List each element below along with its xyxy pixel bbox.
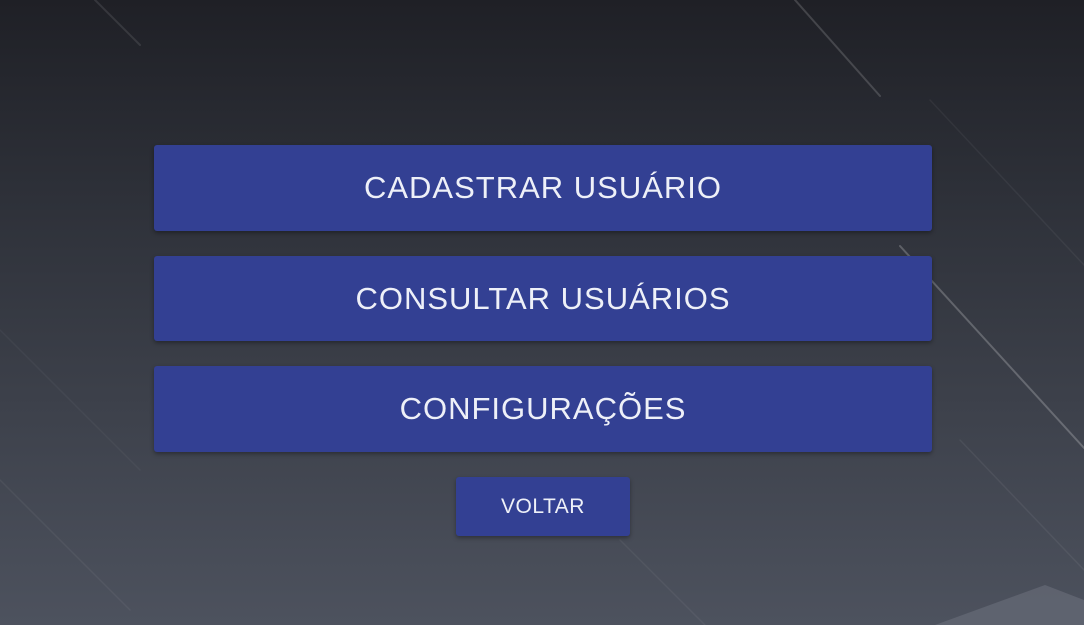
- settings-button[interactable]: CONFIGURAÇÕES: [154, 366, 932, 452]
- register-user-button[interactable]: CADASTRAR USUÁRIO: [154, 145, 932, 231]
- search-users-button[interactable]: CONSULTAR USUÁRIOS: [154, 256, 932, 341]
- main-menu: CADASTRAR USUÁRIO CONSULTAR USUÁRIOS CON…: [154, 145, 932, 477]
- back-button[interactable]: VOLTAR: [456, 477, 630, 536]
